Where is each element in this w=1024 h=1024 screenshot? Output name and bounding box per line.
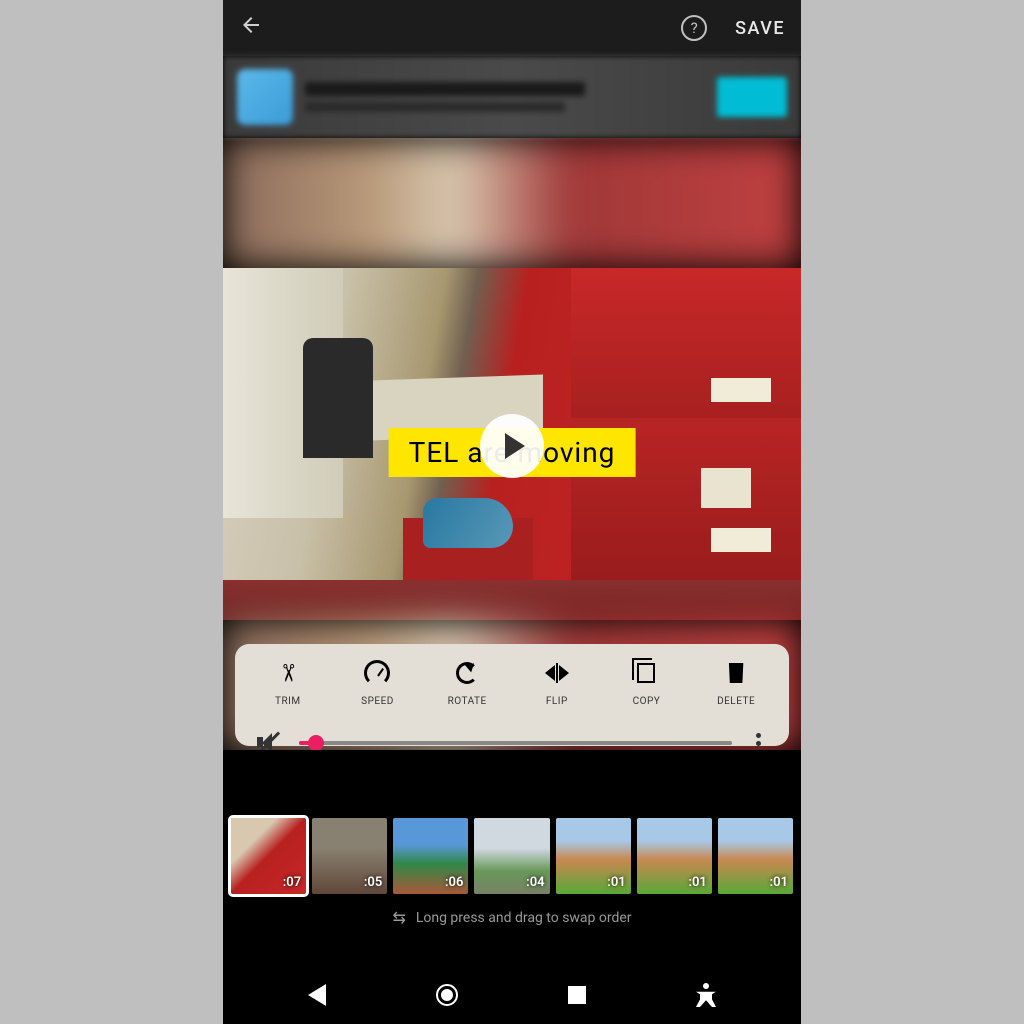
copy-button[interactable]: COPY	[606, 658, 686, 707]
ad-app-icon	[237, 69, 293, 125]
trim-button[interactable]: TRIM	[248, 658, 328, 707]
preview-letterbox-top	[223, 138, 801, 268]
clip-thumbnail[interactable]: :01	[556, 818, 631, 894]
clip-duration: :01	[770, 875, 788, 890]
clip-duration: :07	[283, 875, 301, 890]
reorder-hint: ⇆ Long press and drag to swap order	[231, 908, 793, 927]
trash-icon	[727, 658, 745, 688]
trim-label: TRIM	[275, 696, 301, 707]
swap-icon: ⇆	[392, 908, 405, 927]
clip-thumbnail[interactable]: :01	[637, 818, 712, 894]
slider-thumb[interactable]	[308, 735, 324, 750]
speedometer-icon	[364, 658, 390, 688]
clip-thumbnail[interactable]: :06	[393, 818, 468, 894]
flip-button[interactable]: FLIP	[517, 658, 597, 707]
app-screen: ? SAVE TEL are moving	[223, 0, 801, 1024]
top-bar: ? SAVE	[223, 0, 801, 56]
clip-thumbnail[interactable]: :01	[718, 818, 793, 894]
flip-label: FLIP	[546, 696, 568, 707]
mute-icon[interactable]	[257, 731, 281, 750]
clip-duration: :01	[688, 875, 706, 890]
play-button[interactable]	[480, 414, 544, 478]
ad-text	[305, 82, 705, 112]
tool-row: TRIM SPEED ROTATE FLIP COPY	[243, 658, 781, 707]
clip-thumbnail[interactable]: :04	[474, 818, 549, 894]
scissors-icon	[278, 658, 298, 688]
copy-icon	[637, 658, 655, 688]
delete-label: DELETE	[717, 696, 755, 707]
clip-thumbnail[interactable]: :07	[231, 818, 306, 894]
rotate-label: ROTATE	[448, 696, 487, 707]
nav-accessibility-icon[interactable]	[696, 983, 716, 1007]
volume-row	[243, 723, 781, 750]
video-preview[interactable]: TEL are moving TRIM SPEED ROTATE FL	[223, 138, 801, 750]
nav-home-icon[interactable]	[436, 984, 458, 1006]
clip-duration: :04	[526, 875, 544, 890]
volume-slider[interactable]	[299, 741, 732, 745]
clip-duration: :01	[607, 875, 625, 890]
rotate-icon	[456, 658, 478, 688]
edit-tool-panel: TRIM SPEED ROTATE FLIP COPY	[235, 644, 789, 746]
speed-button[interactable]: SPEED	[337, 658, 417, 707]
android-navbar	[223, 966, 801, 1024]
ad-install-button[interactable]	[717, 77, 787, 117]
hint-text: Long press and drag to swap order	[416, 910, 632, 926]
ad-banner[interactable]	[223, 56, 801, 138]
nav-recent-icon[interactable]	[568, 986, 586, 1004]
back-arrow-icon[interactable]	[239, 13, 263, 43]
clip-duration: :05	[364, 875, 382, 890]
more-options-icon[interactable]	[750, 733, 767, 751]
nav-back-icon[interactable]	[308, 984, 326, 1006]
flip-icon	[545, 658, 569, 688]
clips-row[interactable]: :07 :05 :06 :04 :01 :01 :01	[231, 818, 793, 894]
clip-duration: :06	[445, 875, 463, 890]
delete-button[interactable]: DELETE	[696, 658, 776, 707]
copy-label: COPY	[633, 696, 661, 707]
clip-thumbnail[interactable]: :05	[312, 818, 387, 894]
clips-timeline: :07 :05 :06 :04 :01 :01 :01 ⇆ Long press…	[223, 818, 801, 927]
rotate-button[interactable]: ROTATE	[427, 658, 507, 707]
speed-label: SPEED	[361, 696, 394, 707]
help-icon[interactable]: ?	[681, 15, 707, 41]
save-button[interactable]: SAVE	[735, 18, 785, 39]
